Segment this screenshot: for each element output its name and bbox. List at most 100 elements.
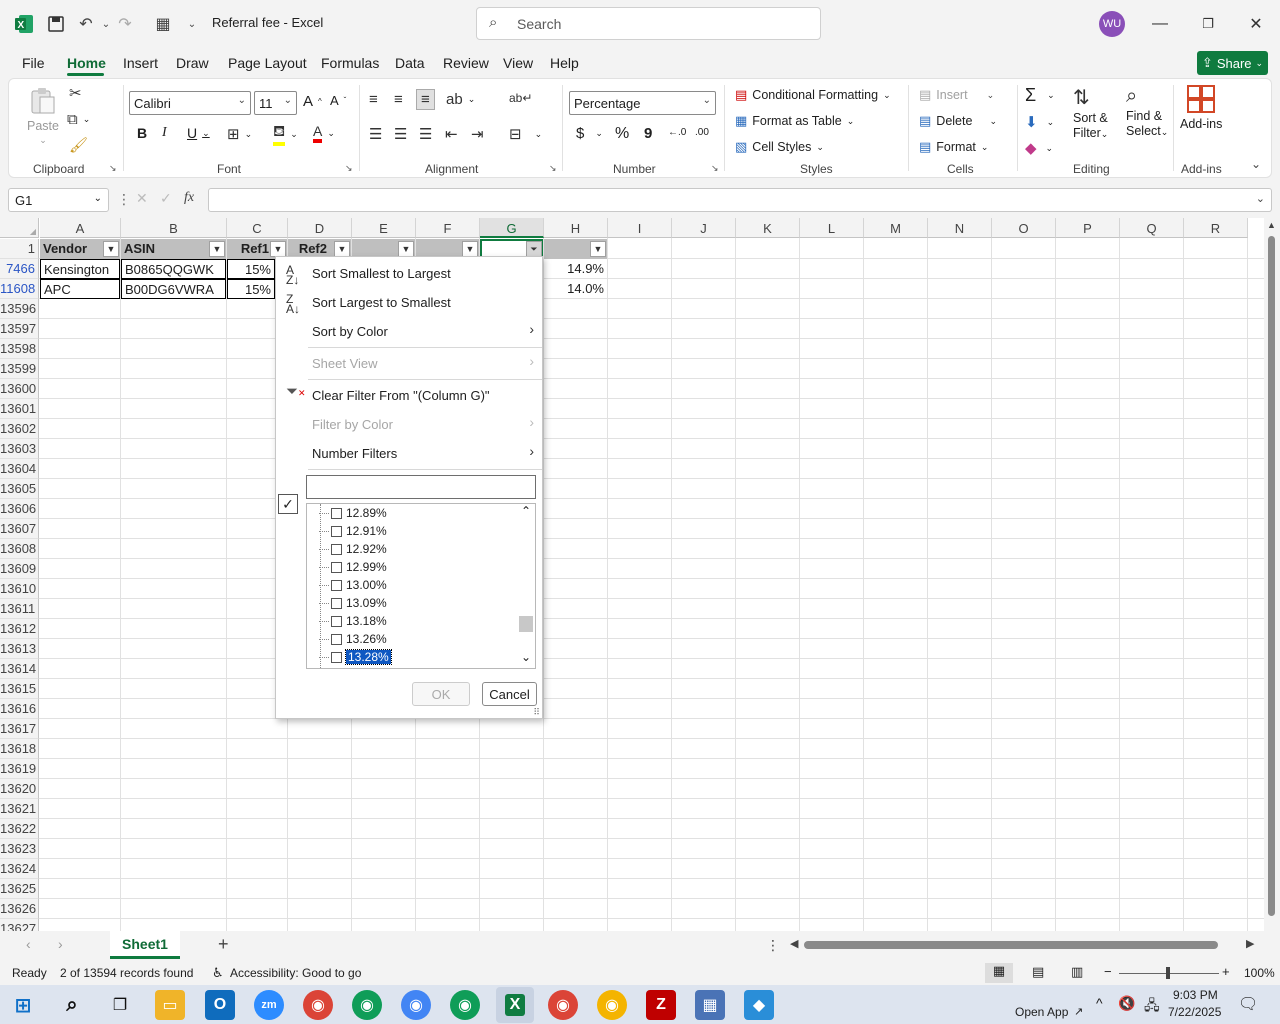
column-header-k[interactable]: K [736,218,800,238]
font-size-select[interactable]: 11 ⌄ [254,91,297,115]
filter-button-h[interactable]: ▼ [590,241,606,257]
row-header[interactable]: 13619 [0,759,39,779]
font-name-select[interactable]: Calibri ⌄ [129,91,251,115]
chevron-up-icon[interactable]: ^ [1096,995,1103,1011]
zoom-app-icon[interactable]: zm [254,990,284,1020]
row-header[interactable]: 13622 [0,819,39,839]
column-header-g[interactable]: G [480,218,544,238]
vertical-scrollbar[interactable]: ▲ [1264,218,1280,931]
comma-button[interactable]: 9 [644,125,652,142]
increase-font-button[interactable]: A ^ [303,93,322,110]
row-header[interactable]: 13613 [0,639,39,659]
row-header[interactable]: 13623 [0,839,39,859]
list-item-focused[interactable]: 13.28% [319,649,392,665]
zoom-level[interactable]: 100% [1244,966,1275,980]
open-app-label[interactable]: Open App [1015,1005,1068,1019]
normal-view-icon[interactable]: ▦ [985,963,1013,983]
checkbox[interactable] [331,543,342,555]
tab-data[interactable]: Data [395,55,425,71]
checkbox[interactable] [331,507,342,519]
row-header[interactable]: 13610 [0,579,39,599]
column-header-r[interactable]: R [1184,218,1248,238]
filter-button-f[interactable]: ▼ [462,241,478,257]
excel-taskbar-icon[interactable]: X [496,987,534,1023]
chrome-icon[interactable]: ◉ [352,990,382,1020]
paste-button[interactable]: Paste ⌄ [27,87,59,146]
outlook-icon[interactable]: O [205,990,235,1020]
scroll-left-icon[interactable]: ◀ [790,937,798,950]
name-box[interactable]: G1 ⌄ [8,188,109,212]
chrome-icon[interactable]: ◉ [450,990,480,1020]
task-view-icon[interactable]: ❐ [105,990,135,1020]
row-header[interactable]: 1 [0,239,39,259]
checkbox[interactable] [331,597,342,609]
number-format-select[interactable]: Percentage ⌄ [569,91,716,115]
formula-input[interactable]: ⌄ [208,188,1272,212]
row-header[interactable]: 13612 [0,619,39,639]
scrollbar-thumb[interactable] [519,616,533,632]
copy-button[interactable]: ⧉ ⌄ [67,111,90,128]
row-header[interactable]: 13605 [0,479,39,499]
filter-values-list[interactable]: 12.89% 12.91% 12.92% 12.99% 13.00% 13.09… [306,503,536,669]
column-header-c[interactable]: C [227,218,288,238]
row-header[interactable]: 13602 [0,419,39,439]
column-header-i[interactable]: I [608,218,672,238]
delete-cells-button[interactable]: ▤ Delete ⌄ [919,113,997,129]
filter-button-asin[interactable]: ▼ [209,241,225,257]
checkbox[interactable] [331,525,342,537]
sheet-tab-sheet1[interactable]: Sheet1 [110,931,180,959]
dialog-launcher-icon[interactable]: ↘ [345,163,353,174]
chrome-icon[interactable]: ◉ [548,990,578,1020]
column-header-m[interactable]: M [864,218,928,238]
scroll-up-icon[interactable]: ▲ [1267,220,1276,230]
file-explorer-icon[interactable]: ▭ [155,990,185,1020]
row-header[interactable]: 13614 [0,659,39,679]
conditional-formatting-button[interactable]: ▤ Conditional Formatting ⌄ [735,87,891,103]
volume-muted-icon[interactable]: 🔇 [1118,995,1135,1012]
filter-button-vendor[interactable]: ▼ [103,241,119,257]
orientation-button[interactable]: ab ⌄ [446,91,475,108]
list-scrollbar[interactable]: ⌃ ⌄ [518,504,535,668]
checkbox[interactable] [331,651,342,663]
row-header[interactable]: 13626 [0,899,39,919]
list-item[interactable]: 13.18% [319,613,387,629]
checkbox[interactable] [331,561,342,573]
row-header[interactable]: 13599 [0,359,39,379]
tab-help[interactable]: Help [550,55,579,71]
wrap-text-button[interactable]: ab↵ [509,91,532,105]
chevron-down-icon[interactable]: ⌄ [521,650,531,664]
list-item[interactable]: 12.92% [319,541,387,557]
column-header-j[interactable]: J [672,218,736,238]
clear-filter-option[interactable]: Clear Filter From "(Column G)" [312,388,490,403]
row-header[interactable]: 13603 [0,439,39,459]
customize-toolbar-icon[interactable]: ⌄ [180,12,204,36]
row-header[interactable]: 13607 [0,519,39,539]
spreadsheet-grid[interactable]: ◢ ABCDEFGHIJKLMNOPQR 1 7466 11608 13596 1359… [0,218,1264,931]
align-center-button[interactable]: ☰ [394,125,407,143]
list-item[interactable]: 13.00% [319,577,387,593]
checkbox[interactable] [331,633,342,645]
notifications-icon[interactable]: 🗨 [1238,994,1258,1014]
row-header[interactable]: 13617 [0,719,39,739]
chrome-icon[interactable]: ◉ [303,990,333,1020]
list-item[interactable]: 13.26% [319,631,387,647]
number-filters-option[interactable]: Number Filters [312,446,397,461]
close-icon[interactable]: ✕ [1242,10,1270,38]
restore-icon[interactable]: ❐ [1194,10,1222,38]
column-header-p[interactable]: P [1056,218,1120,238]
cell-styles-button[interactable]: ▧ Cell Styles ⌄ [735,139,824,155]
row-header[interactable]: 13611 [0,599,39,619]
increase-decimal-button[interactable]: ←.0 [668,127,686,138]
bottom-align-button[interactable]: ≡ [416,89,435,110]
borders-button[interactable]: ⊞ ⌄ [227,125,252,143]
minimize-icon[interactable]: — [1146,10,1174,38]
format-as-table-button[interactable]: ▦ Format as Table ⌄ [735,113,854,129]
sort-by-color-option[interactable]: Sort by Color [312,324,388,339]
chrome-icon[interactable]: ◉ [597,990,627,1020]
row-header[interactable]: 11608 [0,279,39,299]
percent-button[interactable]: % [615,125,629,143]
merge-center-button[interactable]: ⊟ ⌄ [509,125,542,143]
share-button[interactable]: ⇪ Share ⌄ [1197,51,1268,75]
row-header[interactable]: 7466 [0,259,39,279]
cut-button[interactable]: ✂ [69,84,82,102]
